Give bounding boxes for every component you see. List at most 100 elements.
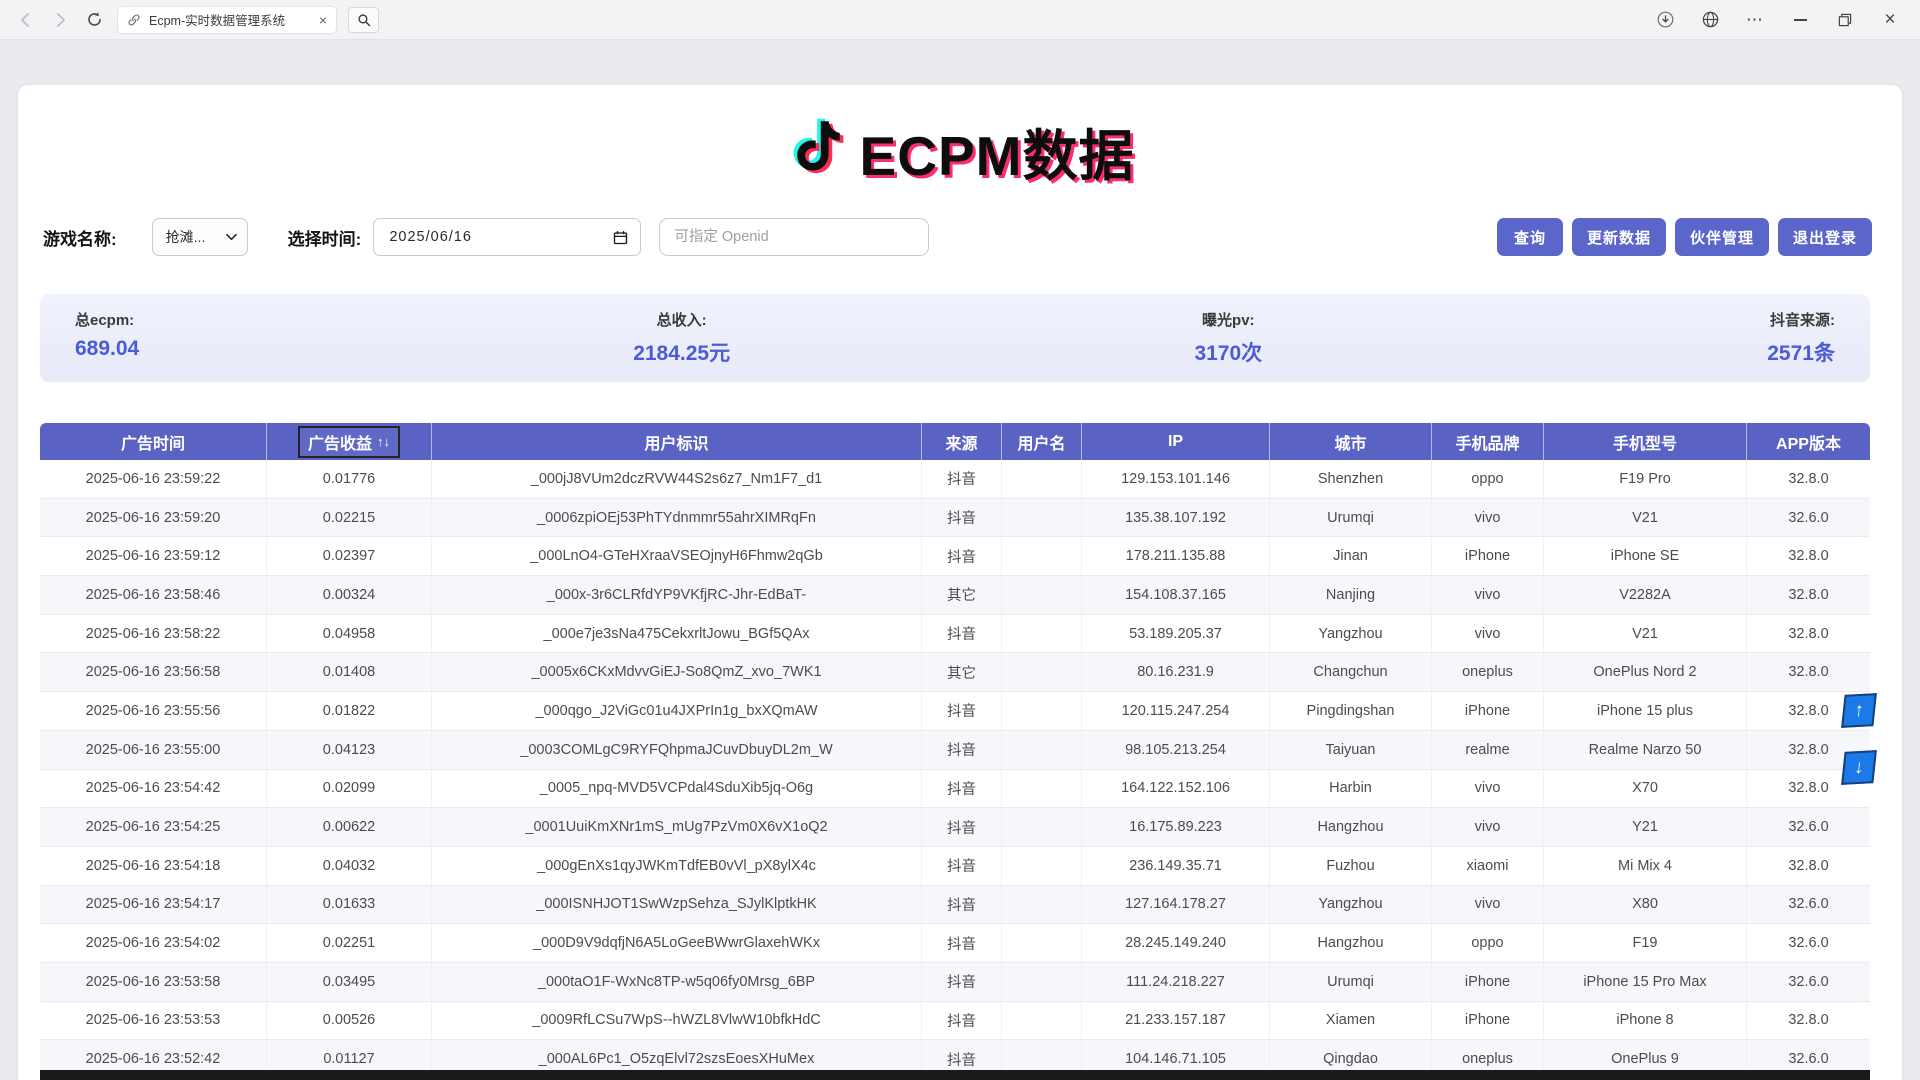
cell-phone-model: X70 bbox=[1544, 770, 1747, 809]
app-logo: ECPM数据 bbox=[18, 99, 1902, 203]
cell-source: 抖音 bbox=[922, 924, 1002, 963]
cell-city: Urumqi bbox=[1270, 963, 1432, 1002]
column-header-ad-time: 广告时间 bbox=[40, 423, 267, 460]
cell-phone-model: iPhone 15 Pro Max bbox=[1544, 963, 1747, 1002]
download-icon[interactable] bbox=[1655, 10, 1675, 30]
cell-ad-revenue: 0.00622 bbox=[267, 808, 432, 847]
cell-user-openid: _0001UuiKmXNr1mS_mUg7PzVm0X6vX1oQ2 bbox=[432, 808, 922, 847]
cell-user-openid: _000gEnXs1qyJWKmTdfEB0vVl_pX8ylX4c bbox=[432, 847, 922, 886]
cell-user-openid: _0005_npq-MVD5VCPdal4SduXib5jq-O6g bbox=[432, 770, 922, 809]
cell-ad-revenue: 0.04123 bbox=[267, 731, 432, 770]
table-row: 2025-06-16 23:55:560.01822_000qgo_J2ViGc… bbox=[40, 692, 1870, 731]
cell-phone-brand: oneplus bbox=[1432, 653, 1544, 692]
cell-ip: 154.108.37.165 bbox=[1082, 576, 1270, 615]
cell-ad-time: 2025-06-16 23:54:02 bbox=[40, 924, 267, 963]
column-header-source: 来源 bbox=[922, 423, 1002, 460]
cell-user-openid: _000LnO4-GTeHXraaVSEOjnyH6Fhmw2qGb bbox=[432, 537, 922, 576]
cell-city: Jinan bbox=[1270, 537, 1432, 576]
cell-user-openid: _000e7je3sNa475CekxrltJowu_BGf5QAx bbox=[432, 615, 922, 654]
table-row: 2025-06-16 23:53:530.00526_0009RfLCSu7Wp… bbox=[40, 1002, 1870, 1041]
partner-manage-button[interactable]: 伙伴管理 bbox=[1675, 218, 1769, 256]
cell-ip: 80.16.231.9 bbox=[1082, 653, 1270, 692]
date-input[interactable]: 2025/06/16 bbox=[373, 218, 641, 256]
ecpm-data-table: 广告时间广告收益↑↓用户标识来源用户名IP城市手机品牌手机型号APP版本 202… bbox=[40, 423, 1870, 1079]
cell-phone-brand: vivo bbox=[1432, 808, 1544, 847]
tab-close-icon[interactable]: × bbox=[319, 13, 327, 27]
calendar-icon[interactable] bbox=[613, 230, 628, 245]
cell-city: Shenzhen bbox=[1270, 460, 1432, 499]
cell-city: Xiamen bbox=[1270, 1002, 1432, 1041]
cell-phone-model: Realme Narzo 50 bbox=[1544, 731, 1747, 770]
table-row: 2025-06-16 23:58:220.04958_000e7je3sNa47… bbox=[40, 615, 1870, 654]
sort-arrows-icon: ↑↓ bbox=[377, 434, 390, 449]
cell-source: 抖音 bbox=[922, 886, 1002, 925]
minimize-icon[interactable] bbox=[1790, 10, 1810, 30]
cell-username bbox=[1002, 460, 1082, 499]
cell-ad-time: 2025-06-16 23:54:18 bbox=[40, 847, 267, 886]
table-row: 2025-06-16 23:59:220.01776_000jJ8VUm2dcz… bbox=[40, 460, 1870, 499]
search-icon bbox=[357, 13, 371, 27]
cell-app-version: 32.6.0 bbox=[1747, 924, 1870, 963]
globe-icon[interactable] bbox=[1700, 10, 1720, 30]
close-window-icon[interactable]: × bbox=[1880, 10, 1900, 30]
filter-bar: 游戏名称: 抢滩... 选择时间: 2025/06/16 查询 更新数据 伙伴管… bbox=[43, 217, 1872, 257]
scroll-to-bottom-button[interactable]: ↓ bbox=[1841, 750, 1877, 785]
cell-username bbox=[1002, 615, 1082, 654]
forward-icon[interactable] bbox=[50, 10, 70, 30]
cell-source: 抖音 bbox=[922, 808, 1002, 847]
cell-phone-brand: oppo bbox=[1432, 924, 1544, 963]
cell-user-openid: _0006zpiOEj53PhTYdnmmr55ahrXIMRqFn bbox=[432, 499, 922, 538]
table-row: 2025-06-16 23:54:420.02099_0005_npq-MVD5… bbox=[40, 770, 1870, 809]
arrow-up-icon: ↑ bbox=[1853, 699, 1865, 721]
cell-app-version: 32.6.0 bbox=[1747, 499, 1870, 538]
refresh-icon[interactable] bbox=[84, 10, 104, 30]
search-button[interactable] bbox=[348, 7, 379, 33]
cell-source: 抖音 bbox=[922, 615, 1002, 654]
query-button[interactable]: 查询 bbox=[1497, 218, 1563, 256]
cell-phone-brand: vivo bbox=[1432, 770, 1544, 809]
cell-app-version: 32.8.0 bbox=[1747, 615, 1870, 654]
cell-ad-time: 2025-06-16 23:54:17 bbox=[40, 886, 267, 925]
cell-phone-model: V2282A bbox=[1544, 576, 1747, 615]
cell-ad-revenue: 0.01633 bbox=[267, 886, 432, 925]
cell-user-openid: _000jJ8VUm2dczRVW44S2s6z7_Nm1F7_d1 bbox=[432, 460, 922, 499]
horizontal-scrollbar[interactable] bbox=[40, 1070, 1870, 1080]
cell-source: 抖音 bbox=[922, 963, 1002, 1002]
cell-phone-brand: iPhone bbox=[1432, 692, 1544, 731]
cell-username bbox=[1002, 886, 1082, 925]
cell-username bbox=[1002, 963, 1082, 1002]
cell-user-openid: _000qgo_J2ViGc01u4JXPrIn1g_bxXQmAW bbox=[432, 692, 922, 731]
cell-ip: 164.122.152.106 bbox=[1082, 770, 1270, 809]
cell-source: 抖音 bbox=[922, 460, 1002, 499]
cell-city: Changchun bbox=[1270, 653, 1432, 692]
logout-button[interactable]: 退出登录 bbox=[1778, 218, 1872, 256]
cell-app-version: 32.6.0 bbox=[1747, 886, 1870, 925]
cell-ad-time: 2025-06-16 23:56:58 bbox=[40, 653, 267, 692]
openid-input[interactable] bbox=[659, 218, 929, 256]
game-select-value: 抢滩... bbox=[166, 227, 206, 247]
restore-window-icon[interactable] bbox=[1835, 10, 1855, 30]
back-icon[interactable] bbox=[16, 10, 36, 30]
cell-source: 其它 bbox=[922, 576, 1002, 615]
sort-label: 广告收益 bbox=[308, 430, 372, 454]
tiktok-note-icon bbox=[786, 116, 848, 186]
cell-phone-model: iPhone SE bbox=[1544, 537, 1747, 576]
cell-app-version: 32.8.0 bbox=[1747, 576, 1870, 615]
cell-ad-time: 2025-06-16 23:58:46 bbox=[40, 576, 267, 615]
cell-phone-brand: vivo bbox=[1432, 886, 1544, 925]
cell-ad-revenue: 0.02099 bbox=[267, 770, 432, 809]
cell-phone-brand: vivo bbox=[1432, 615, 1544, 654]
cell-phone-model: V21 bbox=[1544, 499, 1747, 538]
sort-revenue-control[interactable]: 广告收益 ↑↓ bbox=[298, 426, 400, 458]
address-tab[interactable]: Ecpm-实时数据管理系统 × bbox=[118, 7, 336, 33]
cell-user-openid: _0005x6CKxMdvvGiEJ-So8QmZ_xvo_7WK1 bbox=[432, 653, 922, 692]
scroll-to-top-button[interactable]: ↑ bbox=[1841, 693, 1877, 728]
update-data-button[interactable]: 更新数据 bbox=[1572, 218, 1666, 256]
page-title: ECPM数据 bbox=[860, 111, 1135, 191]
menu-ellipsis-icon[interactable]: ⋯ bbox=[1745, 10, 1765, 30]
cell-ip: 129.153.101.146 bbox=[1082, 460, 1270, 499]
column-header-ad-revenue[interactable]: 广告收益 ↑↓ bbox=[267, 423, 432, 460]
cell-source: 其它 bbox=[922, 653, 1002, 692]
game-select[interactable]: 抢滩... bbox=[152, 218, 248, 256]
column-header-city: 城市 bbox=[1270, 423, 1432, 460]
